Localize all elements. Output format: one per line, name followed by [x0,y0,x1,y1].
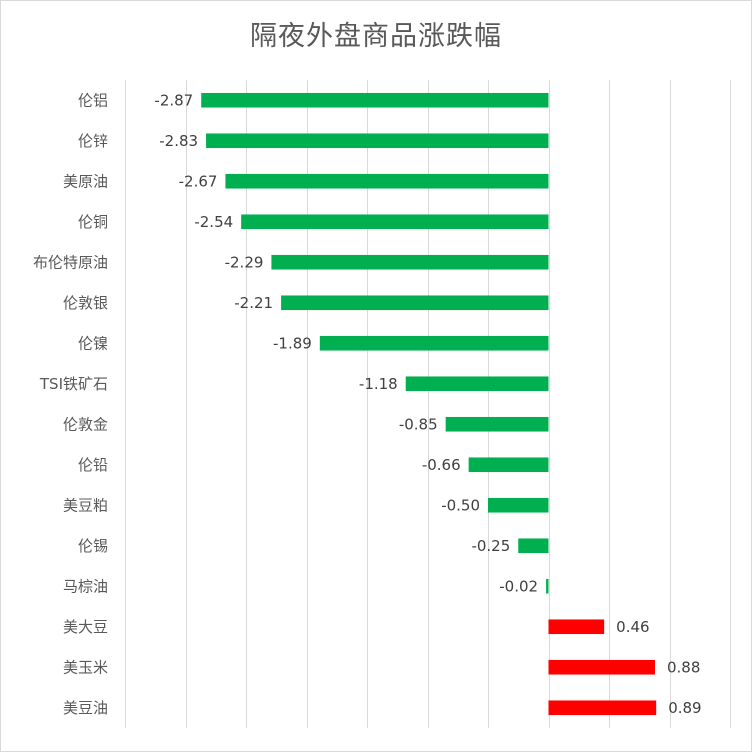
bar [405,376,549,392]
category-label: 伦铅 [78,456,108,474]
category-label: 美玉米 [63,658,108,676]
bar [548,619,605,635]
category-label: 伦铝 [78,91,108,109]
data-label: -2.67 [179,172,218,190]
bar [445,416,549,432]
data-label: -2.83 [159,132,198,150]
data-label: -2.87 [154,91,193,109]
data-label: 0.46 [616,618,649,636]
category-label: 伦敦银 [63,294,108,312]
bar [488,497,549,513]
chart-plot: 伦铝伦锌美原油伦铜布伦特原油伦敦银伦镍 TSI铁矿石伦敦金伦铅美豆粕伦锡马棕油美大… [33,80,731,728]
category-label: 伦铜 [78,213,108,231]
bar [241,214,549,230]
category-label: 美豆粕 [63,496,108,514]
category-label: 美豆油 [63,699,108,717]
data-label: -0.25 [471,537,510,555]
data-label: 0.89 [668,699,701,717]
bar [206,133,549,149]
category-labels: 伦铝伦锌美原油伦铜布伦特原油伦敦银伦镍 TSI铁矿石伦敦金伦铅美豆粕伦锡马棕油美大… [33,91,108,717]
bar [271,254,549,270]
data-label: 0.88 [667,658,700,676]
category-label: 伦锌 [78,132,108,150]
category-label: TSI铁矿石 [39,375,108,393]
data-label: -0.50 [441,496,480,514]
bar [201,92,549,108]
category-label: 伦敦金 [63,415,108,433]
category-label: 布伦特原油 [33,253,108,271]
category-label: 马棕油 [63,577,108,595]
bar [468,457,549,473]
data-label: -2.54 [194,213,233,231]
bar [548,659,655,675]
category-label: 伦镍 [78,334,108,352]
data-label: -0.02 [499,577,538,595]
data-label: -2.21 [234,294,273,312]
category-label: 美原油 [63,172,108,190]
data-label: -0.85 [399,415,438,433]
bar [281,295,549,311]
data-label: -1.89 [273,334,312,352]
data-label: -1.18 [359,375,398,393]
bar [548,700,657,716]
category-label: 美大豆 [63,618,108,636]
bar [518,538,549,554]
category-label: 伦锡 [78,537,108,555]
data-label: -0.66 [422,456,461,474]
bar [319,335,549,351]
bar [225,173,549,189]
bar [546,578,549,594]
data-label: -2.29 [225,253,264,271]
